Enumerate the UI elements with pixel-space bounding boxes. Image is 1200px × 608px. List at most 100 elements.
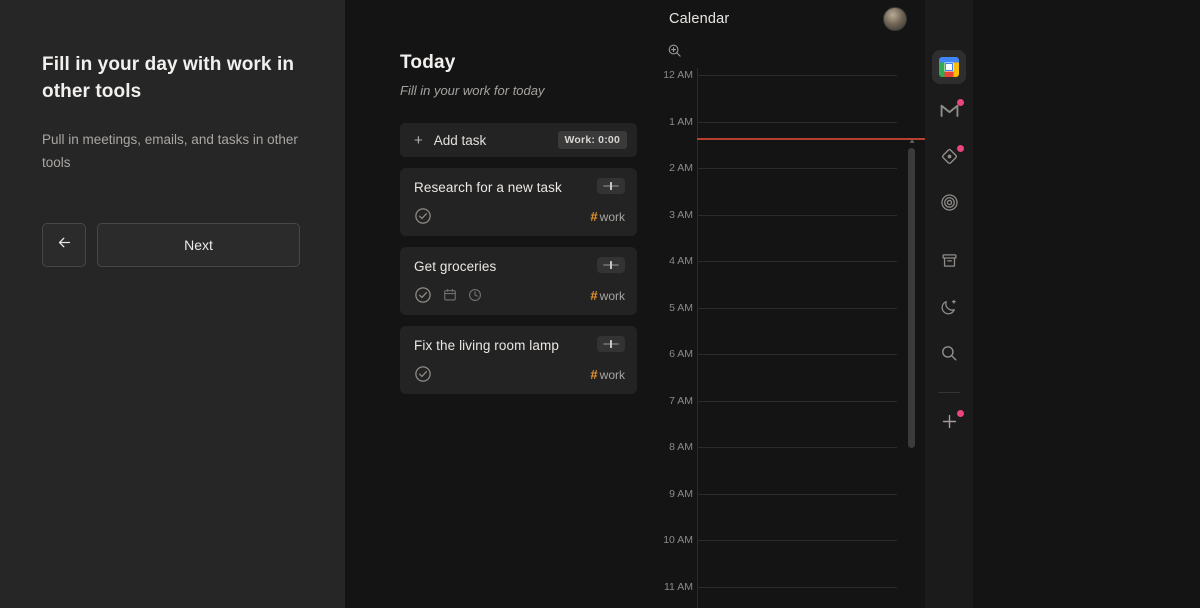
task-tag-label: work	[599, 288, 625, 303]
calendar-hour-label: 8 AM	[669, 441, 693, 453]
calendar-hour-line	[697, 214, 897, 216]
user-avatar[interactable]	[883, 7, 907, 31]
tasks-panel: Today Fill in your work for today + Add …	[345, 0, 655, 608]
next-button-label: Next	[184, 237, 213, 254]
calendar-hour-label: 6 AM	[669, 348, 693, 360]
check-circle-icon[interactable]	[414, 207, 432, 225]
calendar-hour-label: 12 AM	[663, 69, 693, 81]
task-card[interactable]: Get groceries # work	[400, 247, 637, 315]
task-tag[interactable]: # work	[590, 288, 625, 303]
task-title: Fix the living room lamp	[414, 338, 559, 353]
task-meta-row: # work	[414, 286, 625, 304]
task-title: Research for a new task	[414, 180, 562, 195]
calendar-hour-line	[697, 400, 897, 402]
calendar-hour-label: 2 AM	[669, 162, 693, 174]
rail-item-add-integration[interactable]	[932, 407, 966, 441]
rail-item-archive[interactable]	[932, 246, 966, 280]
calendar-header: Calendar	[655, 0, 925, 38]
calendar-hour-label: 9 AM	[669, 487, 693, 500]
arrow-left-icon	[56, 234, 73, 256]
add-task-row[interactable]: + Add task Work: 0:00	[400, 123, 637, 157]
calendar-hour-label: 3 AM	[669, 208, 693, 221]
moon-sparkle-icon	[940, 298, 958, 321]
notification-badge	[957, 145, 964, 152]
rail-item-gmail[interactable]	[932, 96, 966, 130]
calendar-hour-line	[697, 354, 897, 355]
calendar-hour-label: 5 AM	[669, 301, 693, 314]
calendar-icon[interactable]	[443, 288, 457, 302]
search-icon	[940, 344, 958, 367]
task-tag[interactable]: # work	[590, 209, 625, 224]
tag-hash-icon: #	[590, 287, 598, 303]
page-title: Today	[400, 52, 456, 73]
task-card[interactable]: Fix the living room lamp # work	[400, 326, 637, 394]
gmail-icon	[940, 103, 959, 123]
google-calendar-icon	[939, 57, 959, 77]
page-subtitle: Fill in your work for today	[400, 83, 545, 98]
back-button[interactable]	[42, 223, 86, 268]
plus-icon: +	[414, 131, 423, 149]
calendar-hour-line	[697, 307, 897, 309]
clock-icon[interactable]	[468, 288, 482, 302]
rail-divider	[938, 392, 960, 393]
calendar-hour-line	[697, 540, 897, 541]
onboarding-actions: Next	[42, 223, 303, 268]
notification-badge	[957, 99, 964, 106]
work-time-badge: Work: 0:00	[557, 131, 627, 149]
tag-hash-icon: #	[590, 366, 598, 382]
rail-item-google-calendar[interactable]	[932, 50, 966, 84]
calendar-title: Calendar	[669, 11, 730, 27]
task-icon-group	[414, 207, 432, 225]
calendar-hour-label: 4 AM	[669, 255, 693, 267]
onboarding-title: Fill in your day with work in other tool…	[42, 54, 295, 102]
empty-right-area	[973, 0, 1200, 608]
current-time-indicator	[697, 137, 925, 140]
slider-adjust-icon[interactable]	[597, 336, 625, 352]
notification-badge	[957, 410, 964, 417]
task-tag[interactable]: # work	[590, 367, 625, 382]
next-button[interactable]: Next	[97, 223, 300, 268]
calendar-zoom-row	[655, 38, 925, 68]
slider-adjust-icon[interactable]	[597, 178, 625, 194]
tag-hash-icon: #	[590, 208, 598, 224]
task-icon-group	[414, 286, 482, 304]
calendar-hour-label: 11 AM	[664, 580, 693, 593]
plus-icon	[940, 412, 959, 436]
task-icon-group	[414, 365, 432, 383]
task-title: Get groceries	[414, 259, 497, 274]
target-circle-icon	[940, 193, 959, 217]
calendar-panel: Calendar ▲ 12 AM 1 AM 2 AM 3 AM 4 AM 5 AM 6 AM…	[655, 0, 925, 608]
calendar-hour-line	[697, 121, 897, 123]
zoom-in-icon[interactable]	[667, 43, 682, 63]
calendar-hour-line	[697, 168, 897, 169]
app-window: Fill in your day with work in other tool…	[0, 0, 1200, 608]
task-card[interactable]: Research for a new task # work	[400, 168, 637, 236]
calendar-hour-line	[697, 447, 897, 448]
calendar-hour-line	[697, 586, 897, 588]
calendar-hour-line	[697, 493, 897, 495]
calendar-hour-line	[697, 261, 897, 262]
calendar-scrollbar[interactable]	[908, 148, 915, 448]
calendar-hour-label: 1 AM	[669, 115, 693, 128]
archive-box-icon	[941, 252, 958, 274]
task-meta-row: # work	[414, 207, 625, 225]
rail-item-search[interactable]	[932, 338, 966, 372]
slider-adjust-icon[interactable]	[597, 257, 625, 273]
calendar-hour-label: 10 AM	[663, 534, 693, 546]
calendar-hour-label: 7 AM	[669, 394, 693, 407]
integrations-rail	[925, 0, 973, 608]
rail-item-asana[interactable]	[932, 142, 966, 176]
task-meta-row: # work	[414, 365, 625, 383]
rail-item-night-mode[interactable]	[932, 292, 966, 326]
calendar-gutter-divider	[697, 68, 698, 608]
calendar-hour-line	[697, 75, 897, 76]
rail-item-target[interactable]	[932, 188, 966, 222]
asana-diamond-icon	[940, 147, 959, 171]
check-circle-icon[interactable]	[414, 365, 432, 383]
onboarding-subtitle: Pull in meetings, emails, and tasks in o…	[42, 131, 298, 171]
task-tag-label: work	[599, 367, 625, 382]
check-circle-icon[interactable]	[414, 286, 432, 304]
task-tag-label: work	[599, 209, 625, 224]
add-task-label: Add task	[433, 132, 487, 148]
calendar-grid[interactable]: ▲ 12 AM 1 AM 2 AM 3 AM 4 AM 5 AM 6 AM 7 AM 8 AM 9…	[655, 68, 925, 608]
